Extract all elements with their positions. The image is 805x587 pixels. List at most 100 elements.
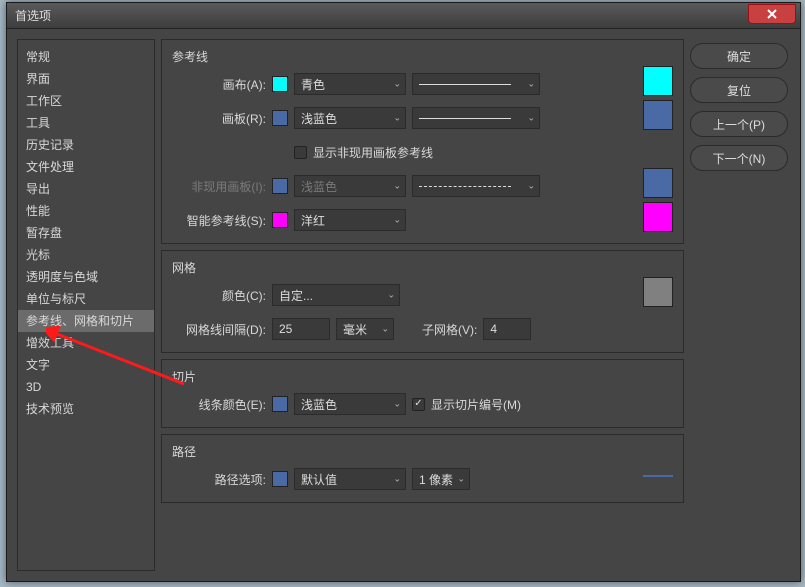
show-slice-numbers-checkbox[interactable]	[412, 398, 425, 411]
chevron-down-icon: ⌄	[393, 399, 401, 410]
canvas-mini-swatch	[272, 76, 288, 92]
slices-legend: 切片	[172, 368, 673, 385]
subgrid-label: 子网格(V):	[422, 321, 477, 338]
slices-group: 切片 线条颜色(E): 浅蓝色 ⌄ 显示切片编号(M)	[161, 359, 684, 428]
line-dashed-icon	[419, 186, 511, 187]
grid-legend: 网格	[172, 259, 631, 276]
path-width-dropdown[interactable]: 1 像素 ⌄	[412, 468, 470, 490]
chevron-down-icon: ⌄	[393, 79, 401, 90]
path-color-dropdown[interactable]: 默认值 ⌄	[294, 468, 406, 490]
sidebar: 常规界面工作区工具历史记录文件处理导出性能暂存盘光标透明度与色域单位与标尺参考线…	[17, 39, 155, 571]
chevron-down-icon: ⌄	[393, 474, 401, 485]
sidebar-item[interactable]: 工作区	[18, 90, 154, 112]
sidebar-item[interactable]: 文件处理	[18, 156, 154, 178]
sidebar-item[interactable]: 光标	[18, 244, 154, 266]
sidebar-item[interactable]: 技术预览	[18, 398, 154, 420]
inactive-label: 非现用画板(I):	[172, 178, 266, 195]
grid-color-label: 颜色(C):	[172, 287, 266, 304]
path-options-label: 路径选项:	[172, 471, 266, 488]
inactive-mini-swatch	[272, 178, 288, 194]
canvas-style-dropdown[interactable]: ⌄	[412, 73, 540, 95]
sidebar-item[interactable]: 透明度与色域	[18, 266, 154, 288]
reset-button[interactable]: 复位	[690, 77, 788, 103]
show-inactive-checkbox[interactable]	[294, 146, 307, 159]
dropdown-value: 毫米	[343, 321, 367, 338]
chevron-down-icon: ⌄	[393, 113, 401, 124]
dropdown-value: 浅蓝色	[301, 178, 337, 195]
dropdown-value: 洋红	[301, 212, 325, 229]
paths-group: 路径 路径选项: 默认值 ⌄ 1 像素 ⌄	[161, 434, 684, 503]
guides-legend: 参考线	[172, 48, 631, 65]
grid-group: 网格 颜色(C): 自定... ⌄ 网格线间隔(D): 毫米 ⌄ 子网格(V):	[161, 250, 684, 353]
close-icon	[766, 8, 778, 20]
sidebar-item[interactable]: 常规	[18, 46, 154, 68]
path-preview-swatch	[643, 461, 673, 491]
sidebar-item[interactable]: 导出	[18, 178, 154, 200]
smart-color-dropdown[interactable]: 洋红 ⌄	[294, 209, 406, 231]
chevron-down-icon: ⌄	[393, 181, 401, 192]
dialog-title: 首选项	[15, 7, 51, 24]
chevron-down-icon: ⌄	[393, 215, 401, 226]
chevron-down-icon: ⌄	[457, 474, 465, 485]
dropdown-value: 自定...	[279, 287, 313, 304]
sidebar-item[interactable]: 工具	[18, 112, 154, 134]
sidebar-item[interactable]: 单位与标尺	[18, 288, 154, 310]
sidebar-item[interactable]: 增效工具	[18, 332, 154, 354]
canvas-color-dropdown[interactable]: 青色 ⌄	[294, 73, 406, 95]
chevron-down-icon: ⌄	[527, 79, 535, 90]
close-button[interactable]	[748, 4, 796, 24]
artboard-color-dropdown[interactable]: 浅蓝色 ⌄	[294, 107, 406, 129]
dropdown-value: 浅蓝色	[301, 110, 337, 127]
dropdown-value: 青色	[301, 76, 325, 93]
inactive-swatch[interactable]	[643, 168, 673, 198]
sidebar-item[interactable]: 暂存盘	[18, 222, 154, 244]
dialog-body: 常规界面工作区工具历史记录文件处理导出性能暂存盘光标透明度与色域单位与标尺参考线…	[7, 29, 800, 581]
guides-group: 参考线 画布(A): 青色 ⌄ ⌄ 画板(R): 浅蓝色 ⌄ ⌄	[161, 39, 684, 244]
sidebar-item[interactable]: 性能	[18, 200, 154, 222]
chevron-down-icon: ⌄	[527, 181, 535, 192]
path-mini-swatch	[272, 471, 288, 487]
grid-swatch[interactable]	[643, 277, 673, 307]
smart-swatch[interactable]	[643, 202, 673, 232]
grid-unit-dropdown[interactable]: 毫米 ⌄	[336, 318, 394, 340]
chevron-down-icon: ⌄	[527, 113, 535, 124]
dropdown-value: 1 像素	[419, 471, 453, 488]
dropdown-value: 默认值	[301, 471, 337, 488]
sidebar-item[interactable]: 历史记录	[18, 134, 154, 156]
show-slice-numbers-label[interactable]: 显示切片编号(M)	[431, 396, 521, 413]
preferences-dialog: 首选项 常规界面工作区工具历史记录文件处理导出性能暂存盘光标透明度与色域单位与标…	[6, 2, 801, 582]
line-solid-icon	[419, 118, 511, 119]
subgrid-input[interactable]	[483, 318, 531, 340]
sidebar-item[interactable]: 参考线、网格和切片	[18, 310, 154, 332]
paths-legend: 路径	[172, 443, 631, 460]
slice-color-label: 线条颜色(E):	[172, 396, 266, 413]
dropdown-value: 浅蓝色	[301, 396, 337, 413]
smart-label: 智能参考线(S):	[172, 212, 266, 229]
canvas-label: 画布(A):	[172, 76, 266, 93]
chevron-down-icon: ⌄	[387, 290, 395, 301]
show-inactive-label[interactable]: 显示非现用画板参考线	[313, 144, 433, 161]
chevron-down-icon: ⌄	[381, 324, 389, 335]
slice-color-dropdown[interactable]: 浅蓝色 ⌄	[294, 393, 406, 415]
sidebar-item[interactable]: 界面	[18, 68, 154, 90]
sidebar-item[interactable]: 文字	[18, 354, 154, 376]
titlebar: 首选项	[7, 3, 800, 29]
button-column: 确定 复位 上一个(P) 下一个(N)	[690, 39, 788, 571]
artboard-swatch[interactable]	[643, 100, 673, 130]
inactive-color-dropdown: 浅蓝色 ⌄	[294, 175, 406, 197]
grid-spacing-label: 网格线间隔(D):	[172, 321, 266, 338]
prev-button[interactable]: 上一个(P)	[690, 111, 788, 137]
slice-mini-swatch	[272, 396, 288, 412]
ok-button[interactable]: 确定	[690, 43, 788, 69]
grid-color-dropdown[interactable]: 自定... ⌄	[272, 284, 400, 306]
grid-spacing-input[interactable]	[272, 318, 330, 340]
artboard-mini-swatch	[272, 110, 288, 126]
next-button[interactable]: 下一个(N)	[690, 145, 788, 171]
canvas-swatch[interactable]	[643, 66, 673, 96]
smart-mini-swatch	[272, 212, 288, 228]
inactive-style-dropdown: ⌄	[412, 175, 540, 197]
line-solid-icon	[419, 84, 511, 85]
artboard-style-dropdown[interactable]: ⌄	[412, 107, 540, 129]
sidebar-item[interactable]: 3D	[18, 376, 154, 398]
artboard-label: 画板(R):	[172, 110, 266, 127]
